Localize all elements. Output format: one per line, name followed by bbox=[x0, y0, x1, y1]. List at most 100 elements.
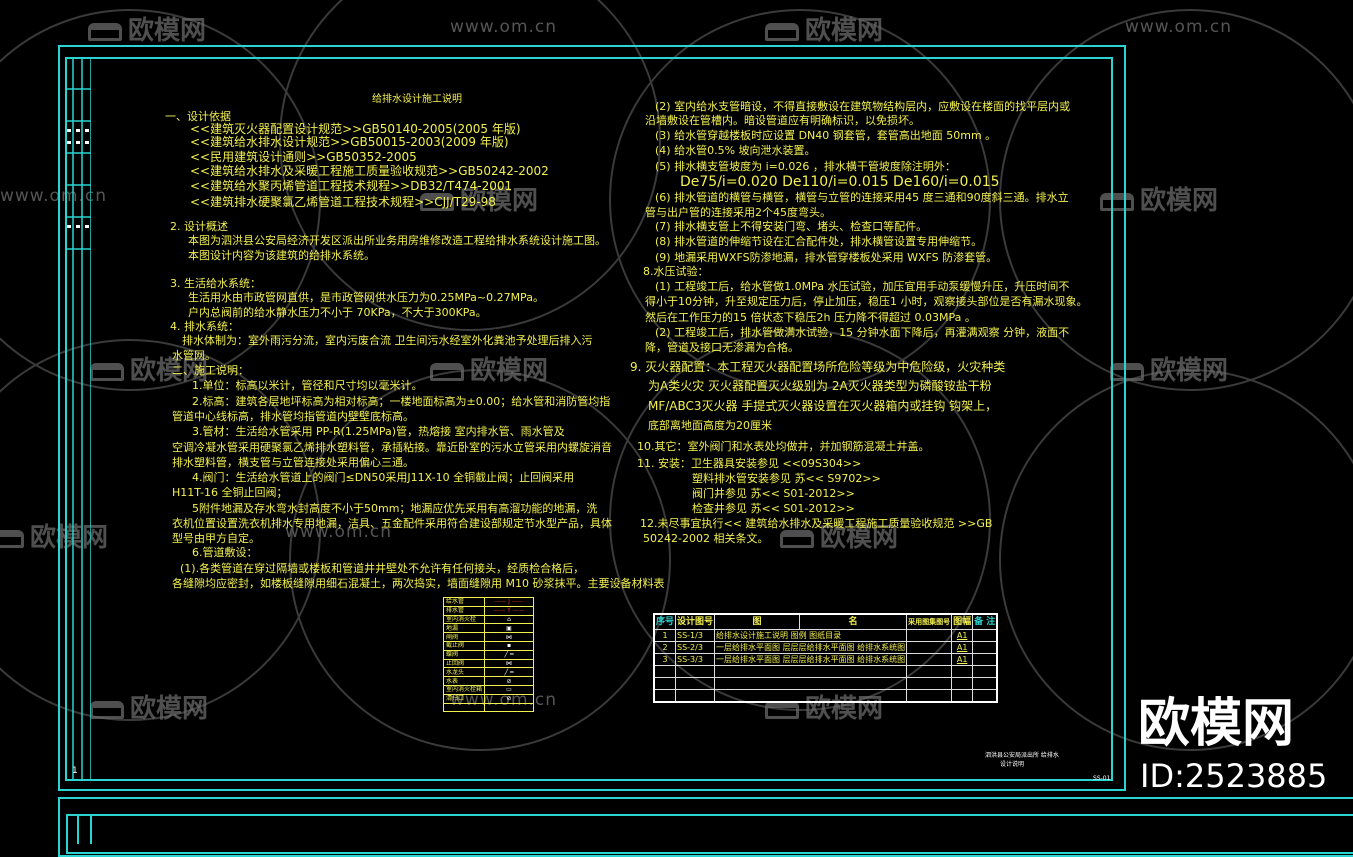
legend-row: 给水管 —— J —— bbox=[442, 597, 534, 607]
legend-symbol-icon: ⊘ bbox=[484, 676, 534, 686]
cell-remark bbox=[972, 653, 998, 666]
drawing-list-row: 1 SS-1/3 给排水设计施工说明 图例 图纸目录 A1 bbox=[653, 629, 998, 642]
drawing-title: 给排水设计施工说明 bbox=[372, 94, 462, 105]
note-line: 8.水压试验： bbox=[643, 265, 709, 278]
note-line: 沿墙敷设在管槽内。暗设管道应有明确标识，以免损坏。 bbox=[645, 114, 920, 127]
header-code: 设计图号 bbox=[675, 613, 716, 630]
legend-row: 水龙头 ╱ ━ bbox=[442, 667, 534, 678]
legend-label: 闸阀 bbox=[442, 632, 486, 642]
note-line: 5附件地漏及存水弯水封高度不小于50mm；地漏应优先采用有高溜功能的地漏，洗 bbox=[192, 502, 598, 515]
cell-atlas bbox=[906, 629, 953, 642]
watermark-logo: 欧模网 bbox=[1110, 350, 1228, 387]
note-line: 塑料排水管安装参见 苏<< S9702>> bbox=[692, 472, 881, 485]
drawing-list-row bbox=[653, 689, 998, 703]
legend-symbol-icon: ▭ bbox=[484, 684, 534, 695]
header-atlas: 采用图集图号 bbox=[906, 613, 953, 630]
signature-strip bbox=[65, 57, 91, 781]
legend-table: 给水管 —— J —— 排水管 —— Y —— 室内消火栓 ⌂ 地漏 ▣ 闸阀 ⋈ 截止阀 ▪ 蝶阀 ╱ … bbox=[442, 597, 534, 713]
title-block-sub: 设计说明 bbox=[1000, 761, 1025, 768]
legend-row: 蝶阀 ╱ ━ bbox=[442, 649, 534, 660]
legend-symbol-icon: ⊘ bbox=[484, 693, 534, 704]
note-line: (7) 排水横支管上不得安装门弯、堵头、检查口等配件。 bbox=[655, 220, 928, 233]
drawing-list-row: 3 SS-3/3 一层给排水平面图 层层层给排水平面图 给排水系统图 A1 bbox=[653, 653, 998, 666]
note-line: 管道中心线标高，排水管均指管道内壁壁底标高。 bbox=[172, 410, 414, 423]
cell-name: 一层给排水平面图 层层层给排水平面图 给排水系统图 bbox=[714, 653, 908, 666]
legend-row: 截止阀 ▪ bbox=[442, 640, 534, 651]
note-line: 11. 安装：卫生器具安装参见 <<09S304>> bbox=[637, 457, 862, 470]
legend-symbol-icon: ▣ bbox=[484, 623, 534, 634]
header-no: 序号 bbox=[653, 613, 677, 630]
legend-label: 止回阀 bbox=[442, 658, 486, 669]
legend-label: 地漏 bbox=[442, 623, 486, 634]
legend-label: 清扫口 bbox=[442, 693, 486, 704]
legend-label: 蝶阀 bbox=[442, 649, 486, 660]
frame-divider bbox=[77, 814, 79, 844]
watermark-id: ID:2523885 bbox=[1140, 757, 1328, 795]
cell-name bbox=[714, 689, 908, 703]
note-line: 排水塑料管，横支管与立管连接处采用偏心三通。 bbox=[172, 456, 414, 469]
cell-remark bbox=[972, 665, 998, 678]
note-line: (8) 排水管道的伸缩节设在汇合配件处，排水横管设置专用伸缩节。 bbox=[655, 235, 983, 248]
watermark-brand-large: 欧模网 bbox=[1138, 694, 1295, 754]
legend-symbol-icon: ⋈ bbox=[484, 632, 534, 642]
legend-symbol-icon: ╱ ━ bbox=[484, 649, 534, 660]
note-line: 各缝隙均应密封，如楼板缝隙用细石混凝土，两次捣实，墙面缝隙用 M10 砂浆抹平。… bbox=[172, 577, 665, 590]
note-line: 12.未尽事宜执行<< 建筑给水排水及采暖工程施工质量验收规范 >>GB bbox=[640, 517, 993, 530]
cell-remark bbox=[972, 677, 998, 690]
note-line: <<建筑排水硬聚氯乙烯管道工程技术规程>>CJJ/T29-98 bbox=[190, 195, 496, 209]
cell-remark bbox=[972, 641, 998, 654]
watermark-logo: 欧模网 bbox=[765, 10, 883, 47]
legend-label: 给水管 bbox=[442, 597, 486, 607]
note-line: 2.标高：建筑各层地坪标高为相对标高；一楼地面标高为±0.00；给水管和消防管均… bbox=[192, 395, 611, 408]
watermark-url: www.om.cn bbox=[1125, 17, 1233, 37]
title-block-project: 泗洪县公安局派出所 给排水 bbox=[985, 752, 1059, 759]
note-line: 降，管道及接口无渗漏为合格。 bbox=[645, 341, 799, 354]
legend-label: 水龙头 bbox=[442, 667, 486, 678]
cell-atlas bbox=[906, 689, 953, 703]
cell-size: A1 bbox=[951, 629, 974, 642]
note-line: 户内总阀前的给水静水压力不小于 70KPa，不大于300KPa。 bbox=[188, 306, 487, 319]
cell-atlas bbox=[906, 665, 953, 678]
cell-size bbox=[951, 689, 974, 703]
drawing-list-row: 2 SS-2/3 一层给排水平面图 层层层给排水平面图 给排水系统图 A1 bbox=[653, 641, 998, 654]
cell-no: 1 bbox=[653, 629, 677, 642]
legend-symbol-icon: —— J —— bbox=[484, 597, 534, 607]
legend-symbol-icon: ▪ bbox=[484, 640, 534, 651]
legend-row: 地漏 ▣ bbox=[442, 623, 534, 634]
watermark-url: www.om.cn bbox=[450, 17, 558, 37]
note-line: 9. 灭火器配置：本工程灭火器配置场所危险等级为中危险级，火灾种类 bbox=[630, 360, 1006, 374]
legend-row: 止回阀 ⋈ bbox=[442, 658, 534, 669]
note-line: 10.其它：室外阀门和水表处均做井，并加钢筋混凝土井盖。 bbox=[637, 440, 930, 453]
cell-name: 给排水设计施工说明 图例 图纸目录 bbox=[714, 629, 908, 642]
note-line: (9) 地漏采用WXFS防渗地漏，排水管穿楼板处采用 WXFS 防渗套管。 bbox=[655, 251, 998, 264]
cell-code: SS-3/3 bbox=[675, 653, 716, 666]
note-line: (4) 给水管0.5% 坡向泄水装置。 bbox=[655, 144, 816, 157]
note-line: <<建筑给水排水设计规范>>GB50015-2003(2009 年版) bbox=[190, 135, 509, 149]
note-line: 3. 生活给水系统： bbox=[170, 277, 261, 290]
legend-symbol-icon: ╱ ━ bbox=[484, 667, 534, 678]
note-line: (5) 排水横支管坡度为 i=0.026 ，排水横干管坡度除注明外： bbox=[655, 160, 956, 173]
cell-no bbox=[653, 689, 677, 703]
cell-atlas bbox=[906, 677, 953, 690]
cell-size bbox=[951, 665, 974, 678]
legend-row bbox=[442, 702, 534, 713]
note-line: 衣机位置设置洗衣机排水专用地漏，洁具、五金配件采用符合建设部规定节水型产品，具体 bbox=[172, 517, 612, 530]
legend-label: 水表 bbox=[442, 676, 486, 686]
note-line: 空调冷凝水管采用硬聚氯乙烯排水塑料管，承插粘接。靠近卧室的污水立管采用内螺旋消音 bbox=[172, 441, 612, 454]
watermark-logo: 欧模网 bbox=[88, 10, 206, 47]
header-name-1: 图 bbox=[714, 613, 801, 630]
cell-code bbox=[675, 689, 716, 703]
legend-label: 截止阀 bbox=[442, 640, 486, 651]
note-line: 4.阀门：生活给水管道上的阀门≤DN50采用J11X-10 全铜截止阀；止回阀采… bbox=[192, 471, 575, 484]
next-sheet-inner-frame bbox=[66, 814, 1353, 854]
frame-divider bbox=[90, 814, 92, 844]
legend-row: 清扫口 ⊘ bbox=[442, 693, 534, 704]
note-line: 底部离地面高度为20厘米 bbox=[648, 419, 772, 432]
drawing-list-row bbox=[653, 677, 998, 690]
cell-no bbox=[653, 665, 677, 678]
note-line: <<建筑给水排水及采暖工程施工质量验收规范>>GB50242-2002 bbox=[190, 164, 549, 178]
legend-label: 室内消火栓箱 bbox=[442, 684, 486, 695]
cell-code: SS-1/3 bbox=[675, 629, 716, 642]
note-line: (2) 工程竣工后，排水管做满水试验，15 分钟水面下降后，再灌满观察 分钟，液… bbox=[655, 326, 1070, 339]
header-remark: 备 注 bbox=[972, 613, 998, 630]
